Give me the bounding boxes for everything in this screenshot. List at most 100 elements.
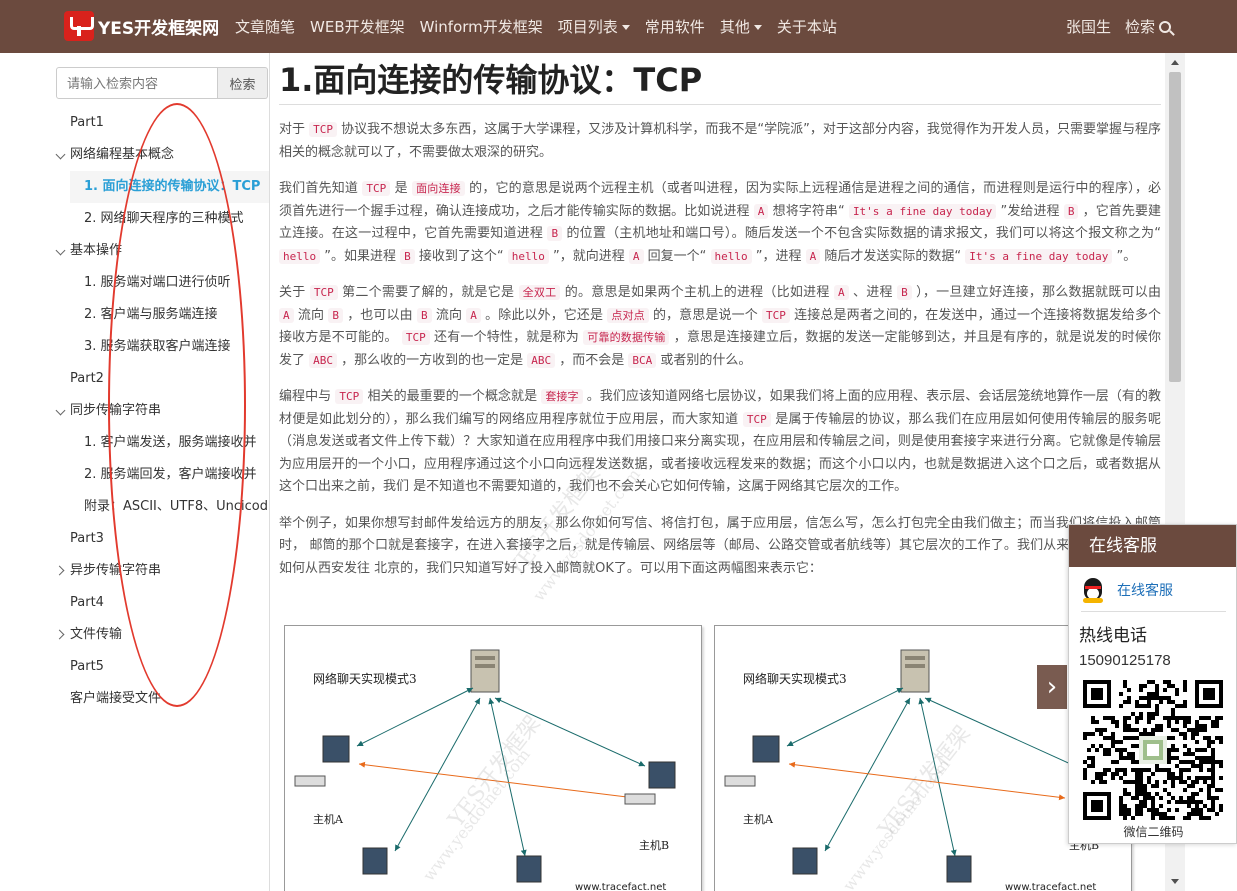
inline-code: It's a fine day today: [965, 248, 1113, 264]
caret-down-icon: [621, 25, 630, 30]
toc-item[interactable]: 2. 服务端回发，客户端接收并: [50, 459, 269, 491]
inline-code: 全双工: [518, 285, 561, 300]
chevron-down-icon[interactable]: [55, 149, 66, 160]
scroll-down-arrow-icon[interactable]: [1171, 879, 1179, 884]
toc-item-label: 网络编程基本概念: [70, 147, 175, 162]
sidebar: 检索 Part1 网络编程基本概念 1. 面向连接的传输协议：TCP 2. 网络聊天程…: [50, 53, 270, 891]
nav-item-label: 关于本站: [776, 18, 837, 36]
inline-code: 面向连接: [412, 181, 465, 196]
paragraph-text: 接收到了这个“: [414, 248, 508, 264]
paragraph-text: 编程中与: [279, 389, 336, 404]
nav-item-2[interactable]: Winform开发框架: [420, 16, 543, 37]
toc-item[interactable]: 3. 服务端获取客户端连接: [50, 331, 269, 363]
paragraph-text: 或者别的什么。: [656, 352, 752, 368]
nav-item-label: 文章随笔: [235, 18, 296, 36]
search-input[interactable]: [56, 67, 218, 99]
inline-code: B: [897, 285, 912, 300]
qq-service-link[interactable]: 在线客服: [1117, 580, 1173, 600]
nav-item-5[interactable]: 其他: [720, 16, 762, 37]
inline-code: TCP: [335, 389, 364, 404]
paragraph-text: 对于: [279, 122, 310, 137]
toc-item[interactable]: 文件传输: [50, 619, 269, 651]
nav-item-4[interactable]: 常用软件: [645, 16, 705, 37]
toc-item-label: 2. 服务端回发，客户端接收并: [84, 467, 257, 482]
paragraph-text: 关于: [279, 285, 310, 300]
inline-code: B: [416, 307, 432, 323]
paragraph-text: 、进程: [848, 285, 898, 300]
toc-item[interactable]: Part1: [50, 107, 269, 139]
user-link[interactable]: 张国生: [1066, 16, 1111, 37]
search-link[interactable]: 检索: [1125, 16, 1171, 37]
article-paragraph: 我们首先知道 TCP 是 面向连接 的，它的意思是说两个远程主机（或者叫进程，因…: [279, 178, 1161, 268]
paragraph-text: ”，进程: [751, 248, 806, 264]
toc-item[interactable]: 网络编程基本概念: [50, 139, 269, 171]
paragraph-text: ”发给进程: [996, 203, 1064, 219]
nav-item-label: 项目列表: [557, 18, 618, 36]
inline-code: TCP: [762, 307, 790, 323]
toc-item[interactable]: Part5: [50, 651, 269, 683]
paragraph-text: 协议我不想说太多东西，这属于大学课程，又涉及计算机科学，而我不是“学院派”，对于…: [279, 122, 1161, 160]
paragraph-text: 。除此以外，它还是: [480, 307, 608, 323]
toc-item[interactable]: 基本操作: [50, 235, 269, 267]
toc-item[interactable]: 附录：ASCII、UTF8、Uncicod: [50, 491, 269, 523]
toc-item-label: 异步传输字符串: [70, 563, 162, 578]
toc-item[interactable]: 2. 客户端与服务端连接: [50, 299, 269, 331]
toc-item-label: 2. 网络聊天程序的三种模式: [84, 211, 244, 226]
nav-item-label: 其他: [719, 18, 750, 36]
toc-item-label: 文件传输: [70, 627, 123, 642]
host-b-label: 主机B: [639, 839, 670, 852]
toc-item[interactable]: Part4: [50, 587, 269, 619]
figure-title: 网络聊天实现模式3: [743, 672, 847, 686]
toc-item[interactable]: 2. 网络聊天程序的三种模式: [50, 203, 269, 235]
paragraph-text: 流向: [293, 307, 329, 323]
toc-item[interactable]: Part2: [50, 363, 269, 395]
scroll-up-arrow-icon[interactable]: [1171, 60, 1179, 65]
inline-code: B: [400, 248, 415, 264]
toc-item[interactable]: 1. 面向连接的传输协议：TCP: [70, 171, 269, 203]
article: 1.面向连接的传输协议：TCP 对于 TCP 协议我不想说太多东西，这属于大学课…: [279, 53, 1161, 891]
nav-item-3[interactable]: 项目列表: [558, 16, 630, 37]
inline-code: TCP: [362, 181, 391, 196]
toc-item[interactable]: 1. 客户端发送，服务端接收并: [50, 427, 269, 459]
chevron-down-icon[interactable]: [55, 405, 66, 416]
nav-item-1[interactable]: WEB开发框架: [310, 16, 405, 37]
chevron-right-icon[interactable]: [54, 629, 65, 640]
paragraph-text: 的。意思是如果两个主机上的进程（比如进程: [560, 285, 835, 300]
paragraph-text: ”。如果进程: [320, 248, 401, 264]
inline-code: TCP: [309, 285, 338, 300]
search-icon: [1159, 21, 1171, 33]
site-logo[interactable]: YES开发框架网: [64, 11, 219, 41]
paragraph-text: 我们首先知道: [279, 181, 363, 196]
toc-item[interactable]: 1. 服务端对端口进行侦听: [50, 267, 269, 299]
nav-right: 张国生 检索: [1052, 0, 1171, 53]
inline-code: ABC: [527, 352, 556, 368]
hotline-label: 热线电话: [1079, 626, 1147, 646]
nav-item-6[interactable]: 关于本站: [777, 16, 837, 37]
toc-item[interactable]: Part3: [50, 523, 269, 555]
hotline-number: 15090125178: [1079, 652, 1171, 669]
toc-item-label: Part2: [70, 371, 104, 386]
inline-code: A: [466, 307, 481, 323]
inline-code: TCP: [401, 330, 430, 345]
toc-item[interactable]: 异步传输字符串: [50, 555, 269, 587]
nav-item-label: 常用软件: [644, 18, 705, 36]
chevron-down-icon[interactable]: [55, 245, 66, 256]
host-a-label: 主机A: [743, 813, 773, 826]
inline-code: hello: [710, 248, 752, 264]
article-paragraph: 对于 TCP 协议我不想说太多东西，这属于大学课程，又涉及计算机科学，而我不是“…: [279, 119, 1161, 164]
inline-code: A: [805, 248, 821, 264]
search-button[interactable]: 检索: [218, 67, 268, 99]
qq-service-row[interactable]: 在线客服: [1081, 577, 1226, 612]
chevron-right-icon[interactable]: [54, 565, 65, 576]
scrollbar-thumb[interactable]: [1169, 72, 1181, 382]
next-image-button[interactable]: ›: [1037, 665, 1067, 709]
toc-item-label: 2. 客户端与服务端连接: [84, 307, 218, 322]
nav-item-0[interactable]: 文章随笔: [235, 16, 295, 37]
toc-item[interactable]: 同步传输字符串: [50, 395, 269, 427]
paragraph-text: 想将字符串“: [768, 203, 849, 219]
inline-code: 套接字: [541, 389, 583, 404]
toc-item-label: 附录：ASCII、UTF8、Uncicod: [84, 499, 268, 514]
qq-penguin-icon: [1081, 577, 1105, 603]
toc-item[interactable]: 客户端接受文件: [50, 683, 269, 715]
figure-url: www.tracefact.net: [575, 882, 667, 891]
